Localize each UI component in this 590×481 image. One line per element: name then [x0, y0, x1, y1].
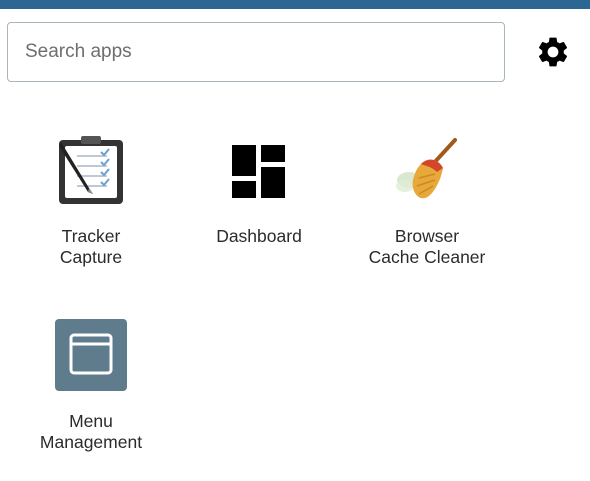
- search-input[interactable]: [8, 23, 504, 81]
- app-label: Dashboard: [216, 226, 302, 246]
- top-bar: [0, 0, 590, 9]
- clipboard-checklist-icon: [59, 136, 123, 204]
- app-label: Browser Cache Cleaner: [368, 226, 486, 267]
- gear-icon[interactable]: [535, 34, 571, 70]
- broom-icon: [396, 138, 457, 199]
- window-icon: [55, 319, 127, 391]
- dashboard-grid-icon: [232, 145, 285, 198]
- app-label: Tracker Capture: [59, 226, 123, 267]
- app-label: Menu Management: [39, 411, 143, 452]
- search-box[interactable]: [7, 22, 505, 82]
